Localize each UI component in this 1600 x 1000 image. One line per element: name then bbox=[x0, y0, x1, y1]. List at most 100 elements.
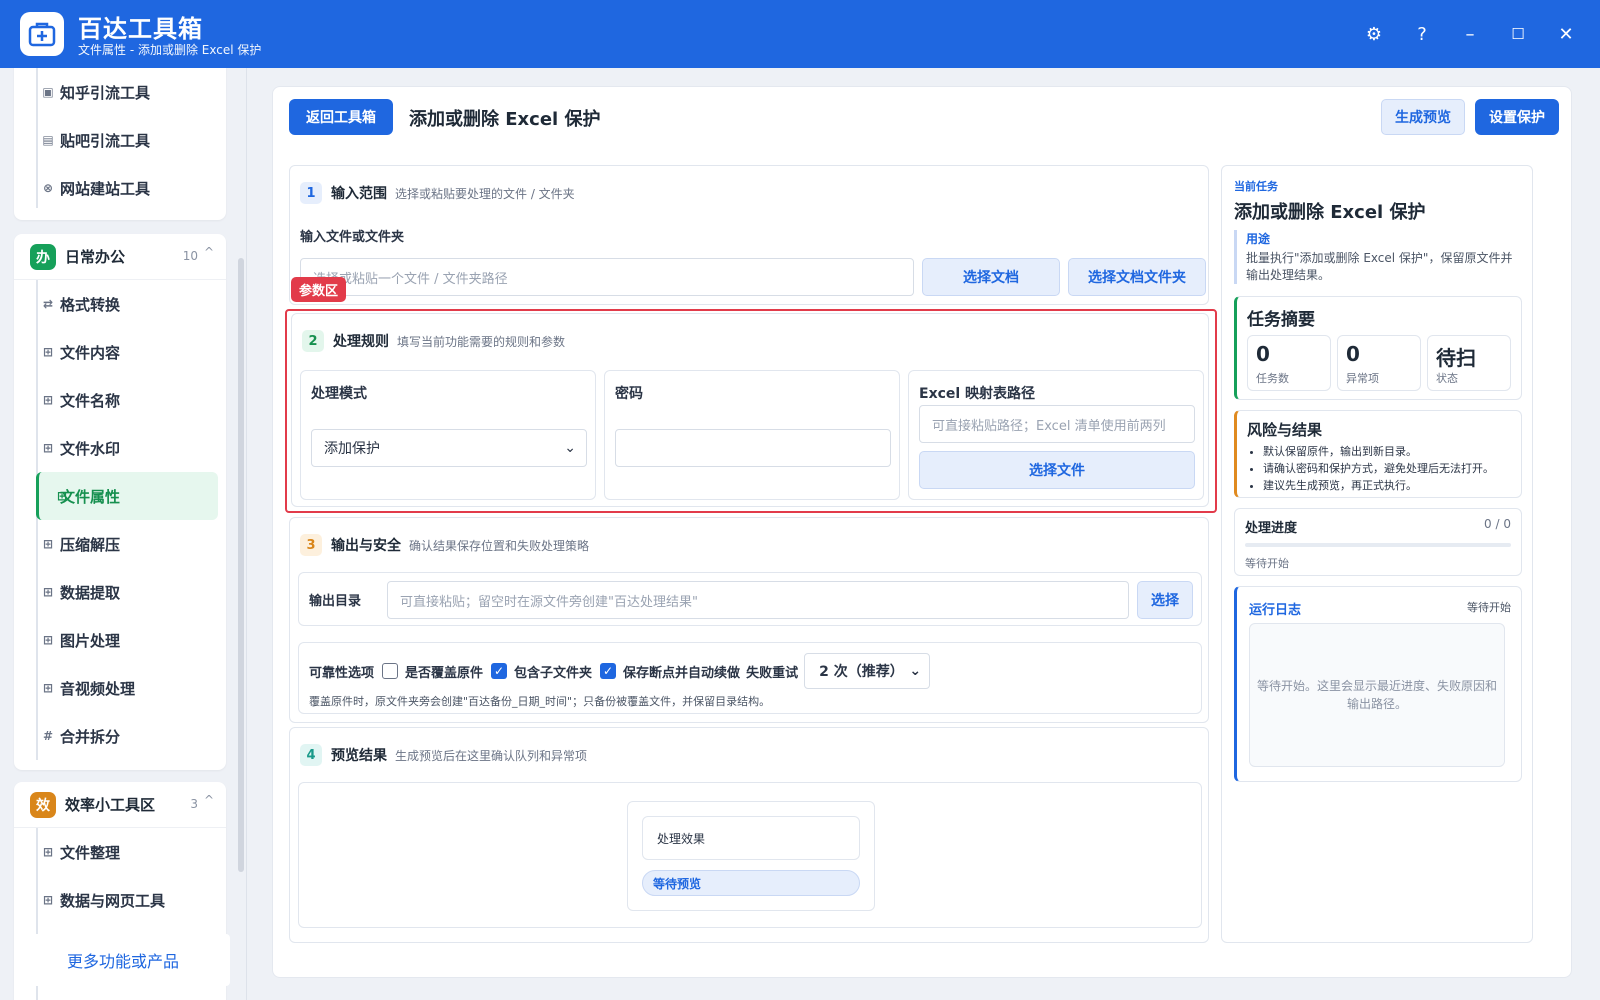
grid-icon: ⊞ bbox=[42, 845, 54, 859]
output-dir-card: 输出目录 可直接粘贴；留空时在源文件旁创建"百达处理结果" 选择 bbox=[298, 572, 1202, 626]
log-status: 等待开始 bbox=[1467, 601, 1511, 614]
task-summary-card: 任务摘要 0 任务数 0 异常项 待扫 状态 bbox=[1234, 296, 1522, 400]
sidebar-item-zhihu[interactable]: ▣ 知乎引流工具 bbox=[14, 68, 226, 116]
password-card: 密码 bbox=[604, 370, 900, 500]
select-folder-button[interactable]: 选择文档文件夹 bbox=[1068, 258, 1206, 296]
group-header-office[interactable]: 办 日常办公 10 ^ bbox=[14, 234, 226, 280]
sidebar-item-file-name[interactable]: ⊞ 文件名称 bbox=[14, 376, 226, 424]
stat-task-count: 0 任务数 bbox=[1247, 335, 1331, 391]
page-title: 添加或删除 Excel 保护 bbox=[409, 109, 601, 130]
current-task-title: 添加或删除 Excel 保护 bbox=[1234, 202, 1426, 223]
section-processing-rules: 2 处理规则 填写当前功能需要的规则和参数 处理模式 添加保护 ⌄ 密码 Excel … bbox=[291, 313, 1209, 507]
hash-icon: # bbox=[42, 729, 54, 743]
more-products-link[interactable]: 更多功能或产品 bbox=[16, 934, 230, 986]
preview-card: 处理效果 等待预览 bbox=[627, 801, 875, 911]
group-badge: 办 bbox=[30, 243, 56, 270]
input-field-label: 输入文件或文件夹 bbox=[300, 230, 405, 245]
log-output: 等待开始。这里会显示最近进度、失败原因和输出路径。 bbox=[1249, 623, 1505, 767]
settings-icon[interactable]: ⚙ bbox=[1350, 16, 1398, 52]
preview-button[interactable]: 生成预览 bbox=[1381, 99, 1465, 135]
grid-icon: ⊞ bbox=[42, 585, 54, 599]
step-number: 1 bbox=[300, 182, 322, 204]
log-card: 运行日志 等待开始 等待开始。这里会显示最近进度、失败原因和输出路径。 bbox=[1234, 586, 1522, 782]
minimize-button[interactable]: – bbox=[1446, 16, 1494, 52]
grid-icon: ⊞ bbox=[42, 681, 54, 695]
title-bar: 百达工具箱 文件属性 - 添加或删除 Excel 保护 ⚙ ? – ☐ ✕ bbox=[0, 0, 1600, 68]
sidebar-group-office: 办 日常办公 10 ^ ⇄ 格式转换 ⊞ 文件内容 ⊞ 文件名称 ⊞ 文件水印 ⊞ 文件属… bbox=[14, 234, 226, 770]
help-icon[interactable]: ? bbox=[1398, 16, 1446, 52]
step-number: 2 bbox=[302, 330, 324, 352]
input-path-field[interactable]: 选择或粘贴一个文件 / 文件夹路径 bbox=[300, 258, 914, 296]
sidebar-item-data-extract[interactable]: ⊞ 数据提取 bbox=[14, 568, 226, 616]
sidebar-item-compress[interactable]: ⊞ 压缩解压 bbox=[14, 520, 226, 568]
progress-count: 0 / 0 bbox=[1484, 517, 1511, 531]
grid-icon: ⊞ bbox=[42, 633, 54, 647]
risk-item: 默认保留原件，输出到新目录。 bbox=[1263, 443, 1494, 460]
step-number: 4 bbox=[300, 744, 322, 766]
mode-card: 处理模式 添加保护 ⌄ bbox=[300, 370, 596, 500]
output-dir-input[interactable]: 可直接粘贴；留空时在源文件旁创建"百达处理结果" bbox=[387, 581, 1129, 619]
grid-icon: ⊞ bbox=[42, 537, 54, 551]
section-output-safety: 3 输出与安全 确认结果保存位置和失败处理策略 输出目录 可直接粘贴；留空时在源文件… bbox=[289, 517, 1209, 723]
section-input-range: 1 输入范围 选择或粘贴要处理的文件 / 文件夹 输入文件或文件夹 选择或粘贴一个文… bbox=[289, 165, 1209, 305]
reliability-card: 可靠性选项 是否覆盖原件 ✓ 包含子文件夹 ✓ 保存断点并自动续做 失败重试 2 次… bbox=[298, 642, 1202, 714]
apply-protection-button[interactable]: 设置保护 bbox=[1475, 99, 1559, 135]
task-purpose: 批量执行"添加或删除 Excel 保护"，保留原文件并输出处理结果。 bbox=[1246, 251, 1513, 282]
progress-status: 等待开始 bbox=[1245, 557, 1289, 570]
swap-icon: ⇄ bbox=[42, 297, 54, 311]
stat-status: 待扫 状态 bbox=[1427, 335, 1511, 391]
grid-icon: ▣ bbox=[42, 85, 54, 99]
maximize-button[interactable]: ☐ bbox=[1494, 16, 1542, 52]
mapping-path-input[interactable]: 可直接粘贴路径；Excel 清单使用前两列 bbox=[919, 405, 1195, 443]
preview-area: 处理效果 等待预览 bbox=[298, 782, 1202, 928]
group-badge: 效 bbox=[30, 791, 56, 818]
select-output-button[interactable]: 选择 bbox=[1137, 581, 1193, 619]
overwrite-note: 覆盖原件时，原文件夹旁会创建"百达备份_日期_时间"；只备份被覆盖文件，并保留目… bbox=[309, 695, 771, 708]
task-panel: 当前任务 添加或删除 Excel 保护 用途 批量执行"添加或删除 Excel … bbox=[1221, 165, 1533, 943]
chevron-down-icon: ⌄ bbox=[909, 663, 922, 679]
app-logo-icon bbox=[20, 12, 64, 56]
grid-icon: ⊞ bbox=[42, 441, 54, 455]
grid-icon: ⊗ bbox=[42, 181, 54, 195]
risk-item: 请确认密码和保护方式，避免处理后无法打开。 bbox=[1263, 460, 1494, 477]
parameter-area-tag: 参数区 bbox=[291, 277, 347, 302]
chevron-up-icon[interactable]: ^ bbox=[204, 793, 214, 807]
grid-icon: ⊞ bbox=[56, 489, 68, 503]
risk-card: 风险与结果 默认保留原件，输出到新目录。 请确认密码和保护方式，避免处理后无法打… bbox=[1234, 410, 1522, 498]
progress-bar bbox=[1245, 543, 1511, 547]
back-button[interactable]: 返回工具箱 bbox=[289, 99, 393, 135]
sidebar-scrollbar[interactable] bbox=[238, 258, 244, 872]
select-document-button[interactable]: 选择文档 bbox=[922, 258, 1060, 296]
section-preview-results: 4 预览结果 生成预览后在这里确认队列和异常项 处理效果 等待预览 bbox=[289, 727, 1209, 943]
sidebar-item-data-web[interactable]: ⊞ 数据与网页工具 bbox=[14, 876, 226, 924]
sidebar-item-image[interactable]: ⊞ 图片处理 bbox=[14, 616, 226, 664]
overwrite-checkbox[interactable] bbox=[382, 663, 399, 679]
sidebar-item-file-content[interactable]: ⊞ 文件内容 bbox=[14, 328, 226, 376]
retry-select[interactable]: 2 次（推荐） ⌄ bbox=[804, 653, 931, 689]
sidebar-item-merge-split[interactable]: # 合并拆分 bbox=[14, 712, 226, 760]
sidebar: ▣ 知乎引流工具 ▤ 贴吧引流工具 ⊗ 网站建站工具 办 日常办公 10 ^ ⇄ 格式转… bbox=[0, 68, 246, 1000]
progress-card: 处理进度 0 / 0 等待开始 bbox=[1234, 508, 1522, 576]
sidebar-item-website[interactable]: ⊗ 网站建站工具 bbox=[14, 164, 226, 212]
risk-item: 建议先生成预览，再正式执行。 bbox=[1263, 477, 1494, 494]
mapping-card: Excel 映射表路径 可直接粘贴路径；Excel 清单使用前两列 选择文件 bbox=[908, 370, 1204, 500]
subfolder-checkbox[interactable]: ✓ bbox=[491, 663, 508, 679]
sidebar-item-watermark[interactable]: ⊞ 文件水印 bbox=[14, 424, 226, 472]
sidebar-item-file-organize[interactable]: ⊞ 文件整理 bbox=[14, 828, 226, 876]
waiting-preview-badge: 等待预览 bbox=[642, 870, 860, 896]
password-input[interactable] bbox=[615, 429, 891, 467]
chevron-up-icon[interactable]: ^ bbox=[204, 245, 214, 259]
step-number: 3 bbox=[300, 534, 322, 556]
mode-select[interactable]: 添加保护 ⌄ bbox=[311, 429, 587, 467]
main-panel: 返回工具箱 添加或删除 Excel 保护 生成预览 设置保护 1 输入范围 选择或粘… bbox=[272, 86, 1572, 978]
sidebar-item-tieba[interactable]: ▤ 贴吧引流工具 bbox=[14, 116, 226, 164]
sidebar-item-file-properties[interactable]: ⊞ 文件属性 bbox=[36, 472, 218, 520]
sidebar-item-format-convert[interactable]: ⇄ 格式转换 bbox=[14, 280, 226, 328]
close-button[interactable]: ✕ bbox=[1542, 16, 1590, 52]
grid-icon: ⊞ bbox=[42, 345, 54, 359]
effect-box: 处理效果 bbox=[642, 816, 860, 860]
select-file-button[interactable]: 选择文件 bbox=[919, 451, 1195, 489]
sidebar-item-audio-video[interactable]: ⊞ 音视频处理 bbox=[14, 664, 226, 712]
resume-checkbox[interactable]: ✓ bbox=[600, 663, 617, 679]
group-header-efficiency[interactable]: 效 效率小工具区 3 ^ bbox=[14, 782, 226, 828]
